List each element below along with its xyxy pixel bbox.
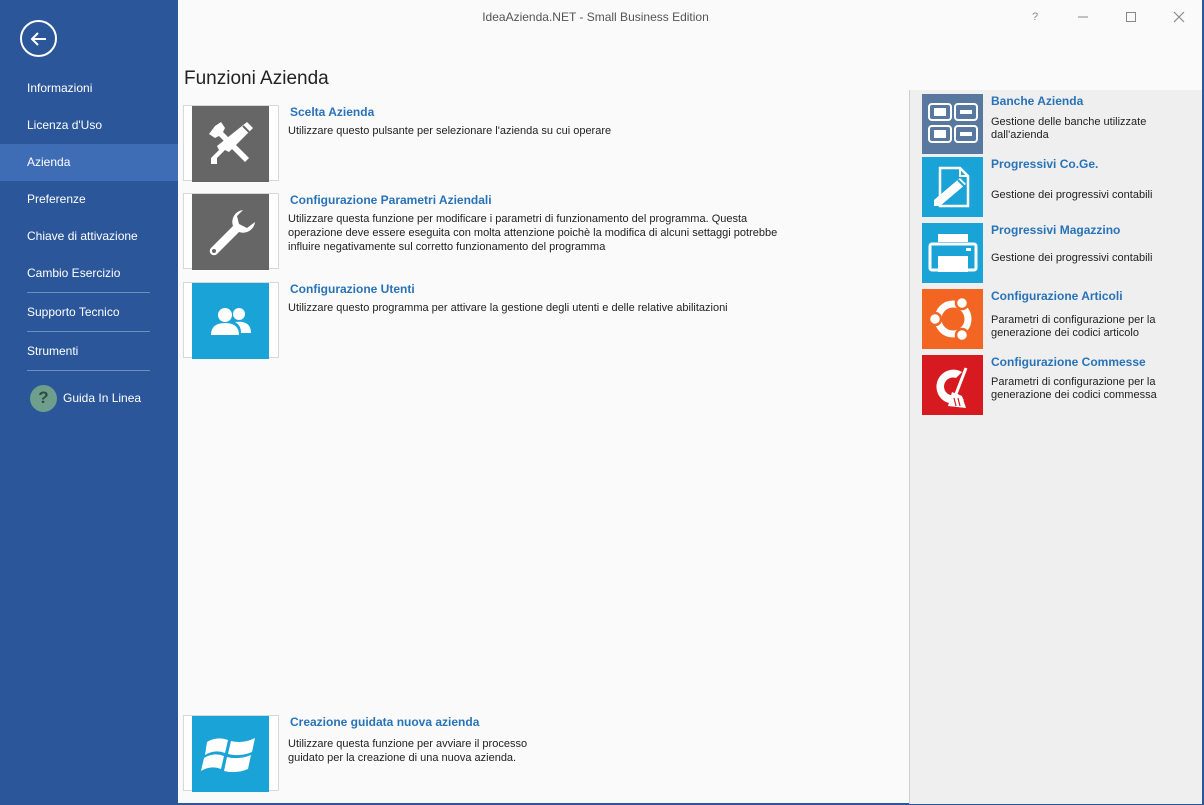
scelta-azienda-link[interactable]: Scelta Azienda <box>290 105 374 119</box>
sidebar-item-chiave-attivazione[interactable]: Chiave di attivazione <box>0 218 178 255</box>
configurazione-commesse-desc: Parametri di configurazione per la gener… <box>991 376 1157 401</box>
edit-document-icon[interactable] <box>922 157 983 217</box>
page-title: Funzioni Azienda <box>184 68 329 89</box>
close-button[interactable] <box>1155 0 1203 34</box>
sidebar-nav: Informazioni Licenza d'Uso Azienda Prefe… <box>0 70 178 371</box>
window-title: IdeaAzienda.NET - Small Business Edition <box>482 10 709 24</box>
sidebar-divider <box>27 370 150 371</box>
scelta-azienda-desc: Utilizzare questo pulsante per seleziona… <box>288 125 612 137</box>
printer-icon[interactable] <box>922 223 983 283</box>
ubuntu-icon[interactable] <box>922 289 983 349</box>
sidebar: Informazioni Licenza d'Uso Azienda Prefe… <box>0 0 178 805</box>
creazione-guidata-link[interactable]: Creazione guidata nuova azienda <box>290 715 479 729</box>
creazione-guidata-tile[interactable] <box>183 715 279 792</box>
progressivi-magazzino-desc: Gestione dei progressivi contabili <box>991 252 1153 264</box>
progressivi-magazzino-link[interactable]: Progressivi Magazzino <box>991 223 1120 237</box>
configurazione-articoli-desc: Parametri di configurazione per la gener… <box>991 314 1156 339</box>
parametri-aziendali-tile[interactable] <box>183 193 279 270</box>
progressivi-coge-link[interactable]: Progressivi Co.Ge. <box>991 157 1098 171</box>
sidebar-item-preferenze[interactable]: Preferenze <box>0 181 178 218</box>
back-button[interactable] <box>20 20 57 57</box>
wrench-icon <box>192 194 269 270</box>
title-bar: IdeaAzienda.NET - Small Business Edition… <box>178 0 1203 34</box>
parametri-aziendali-desc: Utilizzare questa funzione per modificar… <box>288 213 778 253</box>
users-icon <box>192 283 269 359</box>
sidebar-item-licenza[interactable]: Licenza d'Uso <box>0 107 178 144</box>
configurazione-utenti-desc: Utilizzare questo programma per attivare… <box>288 302 728 314</box>
right-panel: Banche Azienda Gestione delle banche uti… <box>909 90 1202 804</box>
question-icon: ? <box>30 384 57 412</box>
ccleaner-icon[interactable] <box>922 355 983 415</box>
configurazione-commesse-link[interactable]: Configurazione Commesse <box>991 355 1146 369</box>
close-icon <box>1173 11 1185 23</box>
sidebar-item-azienda[interactable]: Azienda <box>0 144 178 181</box>
windows-icon <box>192 716 269 792</box>
progressivi-coge-desc: Gestione dei progressivi contabili <box>991 189 1153 201</box>
window-controls: ? <box>1011 0 1203 34</box>
arrow-left-icon <box>30 31 46 46</box>
configurazione-utenti-tile[interactable] <box>183 282 279 359</box>
creazione-guidata-desc: Utilizzare questa funzione per avviare i… <box>288 738 528 764</box>
maximize-icon <box>1126 12 1136 22</box>
sidebar-item-strumenti[interactable]: Strumenti <box>0 332 178 370</box>
banche-azienda-link[interactable]: Banche Azienda <box>991 94 1083 108</box>
sidebar-item-informazioni[interactable]: Informazioni <box>0 70 178 107</box>
configurazione-articoli-link[interactable]: Configurazione Articoli <box>991 289 1123 303</box>
minimize-icon <box>1078 16 1088 18</box>
bank-icon[interactable] <box>922 94 983 154</box>
help-button[interactable]: ? Guida In Linea <box>30 384 141 412</box>
configurazione-utenti-link[interactable]: Configurazione Utenti <box>290 282 415 296</box>
banche-azienda-desc: Gestione delle banche utilizzate dall'az… <box>991 116 1147 141</box>
scelta-azienda-tile[interactable] <box>183 105 279 182</box>
sidebar-item-supporto-tecnico[interactable]: Supporto Tecnico <box>0 293 178 331</box>
help-window-button[interactable]: ? <box>1011 0 1059 34</box>
maximize-button[interactable] <box>1107 0 1155 34</box>
tools-icon <box>192 106 269 182</box>
main-content: IdeaAzienda.NET - Small Business Edition… <box>178 0 1203 804</box>
minimize-button[interactable] <box>1059 0 1107 34</box>
help-label: Guida In Linea <box>63 391 142 405</box>
sidebar-item-cambio-esercizio[interactable]: Cambio Esercizio <box>0 255 178 292</box>
parametri-aziendali-link[interactable]: Configurazione Parametri Aziendali <box>290 193 492 207</box>
